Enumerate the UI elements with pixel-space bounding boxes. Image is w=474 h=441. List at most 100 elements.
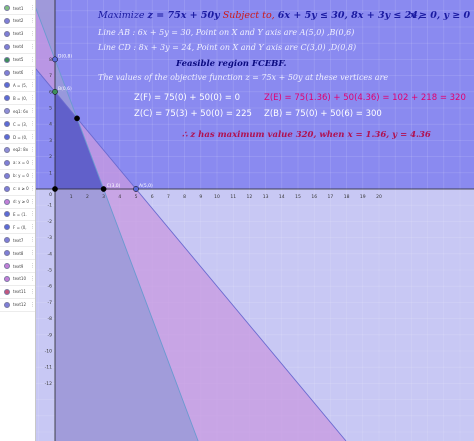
visibility-toggle-icon[interactable] xyxy=(4,95,10,102)
more-menu-icon[interactable]: ⋮ xyxy=(30,250,35,256)
more-menu-icon[interactable]: ⋮ xyxy=(30,237,35,243)
origin-label: 0 xyxy=(49,192,52,198)
nonnegativity-text[interactable]: x ≥ 0, y ≥ 0 xyxy=(410,10,470,21)
algebra-item[interactable]: C = (3, ⋮ xyxy=(0,118,35,132)
graphics-view[interactable]: 1 2 3 4 5 6 7 8 9 10 11 12 13 14 15 16 17 18 19 20 1 2 3 4 5 6 7 8-… xyxy=(36,0,474,441)
visibility-toggle-icon[interactable] xyxy=(4,198,10,205)
algebra-item[interactable]: a: x = 0 ⋮ xyxy=(0,157,35,170)
visibility-toggle-icon[interactable] xyxy=(4,30,10,37)
z-f-text[interactable]: Z(F) = 75(0) + 50(0) = 0 xyxy=(134,93,240,103)
visibility-toggle-icon[interactable] xyxy=(4,134,10,140)
x-tick-label: 12 xyxy=(247,194,253,200)
visibility-toggle-icon[interactable] xyxy=(4,17,10,24)
algebra-item[interactable]: text11 ⋮ xyxy=(0,286,35,299)
visibility-toggle-icon[interactable] xyxy=(4,301,10,308)
x-tick-label: 7 xyxy=(167,194,170,200)
algebra-item[interactable]: text12 ⋮ xyxy=(0,299,35,312)
more-menu-icon[interactable]: ⋮ xyxy=(30,70,35,76)
more-menu-icon[interactable]: ⋮ xyxy=(30,82,35,88)
algebra-item[interactable]: B = (0, ⋮ xyxy=(0,92,35,106)
visibility-toggle-icon[interactable] xyxy=(4,211,10,218)
vertex-point[interactable] xyxy=(133,186,139,192)
more-menu-icon[interactable]: ⋮ xyxy=(30,44,35,50)
algebra-item[interactable]: text6 ⋮ xyxy=(0,67,35,80)
visibility-toggle-icon[interactable] xyxy=(4,43,10,50)
line-cd-text[interactable]: Line CD : 8x + 3y = 24, Point on X and Y… xyxy=(98,43,356,52)
algebra-item[interactable]: eq1: 6x ⋮ xyxy=(0,105,35,119)
visibility-toggle-icon[interactable] xyxy=(4,224,10,231)
algebra-item[interactable]: text2 ⋮ xyxy=(0,15,35,28)
algebra-item[interactable]: text9 ⋮ xyxy=(0,260,35,273)
algebra-item[interactable]: text3 ⋮ xyxy=(0,28,35,41)
algebra-item[interactable]: E = (1. ⋮ xyxy=(0,208,35,222)
more-menu-icon[interactable]: ⋮ xyxy=(30,173,35,179)
visibility-toggle-icon[interactable] xyxy=(4,159,10,166)
visibility-toggle-icon[interactable] xyxy=(4,263,10,269)
more-menu-icon[interactable]: ⋮ xyxy=(30,276,35,282)
x-tick-label: 14 xyxy=(279,194,285,200)
objective-function: z = 75x + 50y xyxy=(147,10,220,21)
y-tick-label: -2 xyxy=(48,219,53,225)
more-menu-icon[interactable]: ⋮ xyxy=(30,289,35,295)
more-menu-icon[interactable]: ⋮ xyxy=(30,224,35,230)
more-menu-icon[interactable]: ⋮ xyxy=(30,147,35,153)
algebra-item[interactable]: A = (5, ⋮ xyxy=(0,79,35,93)
more-menu-icon[interactable]: ⋮ xyxy=(30,263,35,269)
line-ab-text[interactable]: Line AB : 6x + 5y = 30, Point on X and Y… xyxy=(98,28,354,37)
more-menu-icon[interactable]: ⋮ xyxy=(30,199,35,205)
visibility-toggle-icon[interactable] xyxy=(4,56,10,63)
algebra-item[interactable]: text5 ⋮ xyxy=(0,54,35,67)
more-menu-icon[interactable]: ⋮ xyxy=(30,18,35,24)
visibility-toggle-icon[interactable] xyxy=(4,108,10,115)
z-e-text[interactable]: Z(E) = 75(1.36) + 50(4.36) = 102 + 218 =… xyxy=(264,93,466,103)
vertex-point[interactable] xyxy=(100,186,107,192)
visibility-toggle-icon[interactable] xyxy=(4,172,10,179)
y-tick-label: -9 xyxy=(48,332,53,338)
result-text[interactable]: ∴ z has maximum value 320, when x = 1.36… xyxy=(182,130,431,140)
visibility-toggle-icon[interactable] xyxy=(4,185,10,192)
algebra-item[interactable]: F = (0, ⋮ xyxy=(0,221,35,235)
algebra-item[interactable]: text7 ⋮ xyxy=(0,234,35,248)
algebra-item[interactable]: text4 ⋮ xyxy=(0,41,35,54)
more-menu-icon[interactable]: ⋮ xyxy=(30,160,35,166)
visibility-toggle-icon[interactable] xyxy=(4,121,10,128)
algebra-item[interactable]: text8 ⋮ xyxy=(0,247,35,261)
more-menu-icon[interactable]: ⋮ xyxy=(30,186,35,192)
algebra-item[interactable]: eq2: 8x ⋮ xyxy=(0,144,35,157)
more-menu-icon[interactable]: ⋮ xyxy=(30,5,35,11)
vertex-point[interactable] xyxy=(52,56,58,63)
visibility-toggle-icon[interactable] xyxy=(4,82,10,89)
more-menu-icon[interactable]: ⋮ xyxy=(30,121,35,127)
vertex-point[interactable] xyxy=(74,115,80,122)
z-c-text[interactable]: Z(C) = 75(3) + 50(0) = 225 xyxy=(134,109,252,119)
visibility-toggle-icon[interactable] xyxy=(4,250,10,257)
algebra-item[interactable]: text10 ⋮ xyxy=(0,273,35,286)
more-menu-icon[interactable]: ⋮ xyxy=(30,57,35,63)
objective-text[interactable]: Maximize z = 75x + 50y Subject to, 6x + … xyxy=(98,10,421,21)
more-menu-icon[interactable]: ⋮ xyxy=(30,211,35,217)
algebra-item[interactable]: d: y ≥ 0 ⋮ xyxy=(0,196,35,209)
visibility-toggle-icon[interactable] xyxy=(4,69,10,76)
more-menu-icon[interactable]: ⋮ xyxy=(30,31,35,37)
algebra-item-label: E = (1. xyxy=(13,211,27,217)
visibility-toggle-icon[interactable] xyxy=(4,275,10,282)
more-menu-icon[interactable]: ⋮ xyxy=(30,302,35,308)
vertex-point[interactable] xyxy=(52,186,58,192)
visibility-toggle-icon[interactable] xyxy=(4,5,10,11)
more-menu-icon[interactable]: ⋮ xyxy=(30,95,35,101)
x-tick-label: 9 xyxy=(199,194,202,200)
visibility-toggle-icon[interactable] xyxy=(4,146,10,153)
algebra-view[interactable]: text1 ⋮ text2 ⋮ text3 ⋮ text4 ⋮ text5 ⋮ text6 ⋮ A = … xyxy=(0,0,36,441)
algebra-item[interactable]: b: y = 0 ⋮ xyxy=(0,170,35,183)
vertices-intro-text[interactable]: The values of the objective function z =… xyxy=(98,73,388,82)
more-menu-icon[interactable]: ⋮ xyxy=(30,108,35,114)
visibility-toggle-icon[interactable] xyxy=(4,237,10,244)
more-menu-icon[interactable]: ⋮ xyxy=(30,134,35,140)
algebra-item[interactable]: text1 ⋮ xyxy=(0,2,35,15)
feasible-region-text[interactable]: Feasible region FCEBF. xyxy=(176,59,287,69)
algebra-item[interactable]: D = (0, ⋮ xyxy=(0,131,35,144)
z-b-text[interactable]: Z(B) = 75(0) + 50(6) = 300 xyxy=(264,109,382,119)
vertex-point[interactable] xyxy=(52,88,58,95)
algebra-item[interactable]: c: x ≥ 0 ⋮ xyxy=(0,183,35,196)
visibility-toggle-icon[interactable] xyxy=(4,288,10,295)
